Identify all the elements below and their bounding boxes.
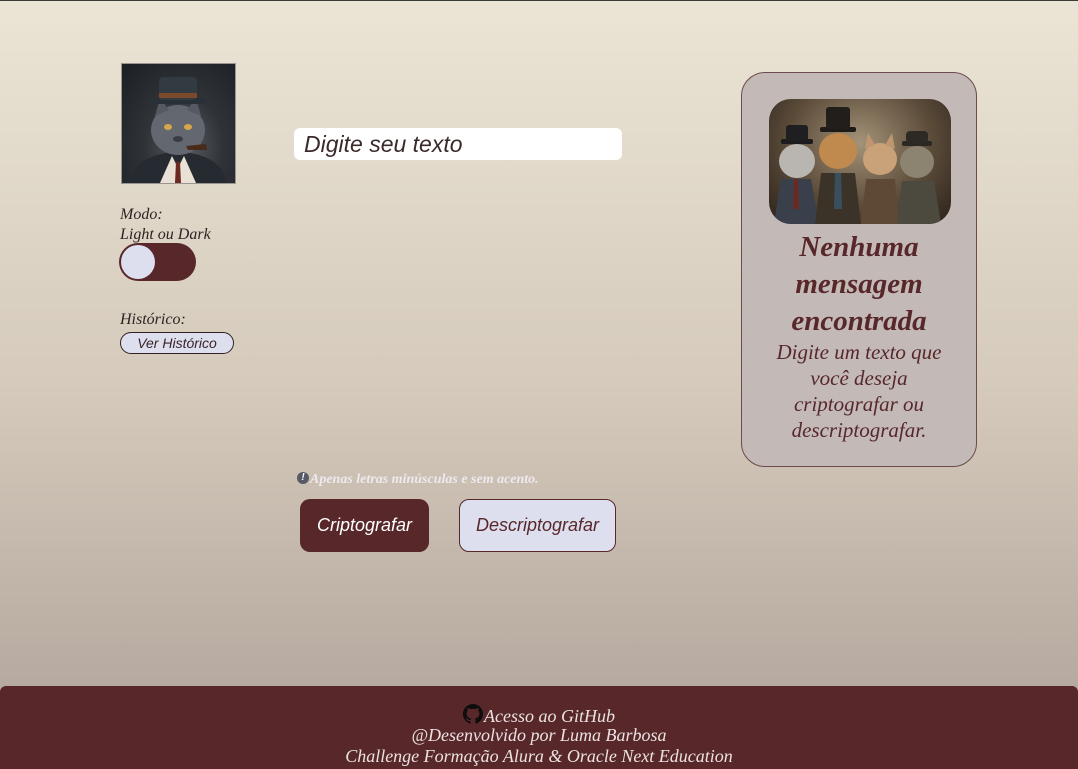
github-link[interactable]: Acesso ao GitHub (463, 704, 615, 726)
footer-credit: @Desenvolvido por Luma Barbosa (411, 725, 667, 745)
text-input[interactable] (294, 128, 622, 160)
theme-toggle[interactable] (119, 243, 196, 281)
footer: Acesso ao GitHub @Desenvolvido por Luma … (0, 686, 1078, 769)
history-label: Histórico: (120, 311, 186, 328)
view-history-button[interactable]: Ver Histórico (120, 332, 234, 354)
logo-image-detective-cat (121, 63, 236, 184)
encrypt-button[interactable]: Criptografar (300, 499, 429, 552)
panel-image-cat-gang (769, 99, 951, 224)
exclamation-circle-icon: ! (297, 472, 309, 484)
result-panel: Nenhuma mensagem encontrada Digite um te… (741, 72, 977, 467)
mode-label: Modo: (120, 206, 163, 223)
footer-github-line: Acesso ao GitHub (0, 704, 1078, 726)
decrypt-button[interactable]: Descriptografar (459, 499, 616, 552)
warning-notice: ! Apenas letras minúsculas e sem acento. (297, 472, 539, 488)
github-link-label: Acesso ao GitHub (484, 706, 615, 726)
github-icon (463, 704, 483, 724)
top-border (0, 0, 1078, 1)
panel-description: Digite um texto que você deseja criptogr… (776, 340, 942, 442)
mode-sublabel: Light ou Dark (120, 226, 211, 243)
mode-label-group: Modo: Light ou Dark (120, 205, 211, 245)
toggle-knob (121, 245, 155, 279)
warning-text: Apenas letras minúsculas e sem acento. (310, 472, 539, 487)
footer-challenge: Challenge Formação Alura & Oracle Next E… (345, 746, 733, 766)
panel-title: Nenhuma mensagem encontrada (791, 231, 927, 337)
